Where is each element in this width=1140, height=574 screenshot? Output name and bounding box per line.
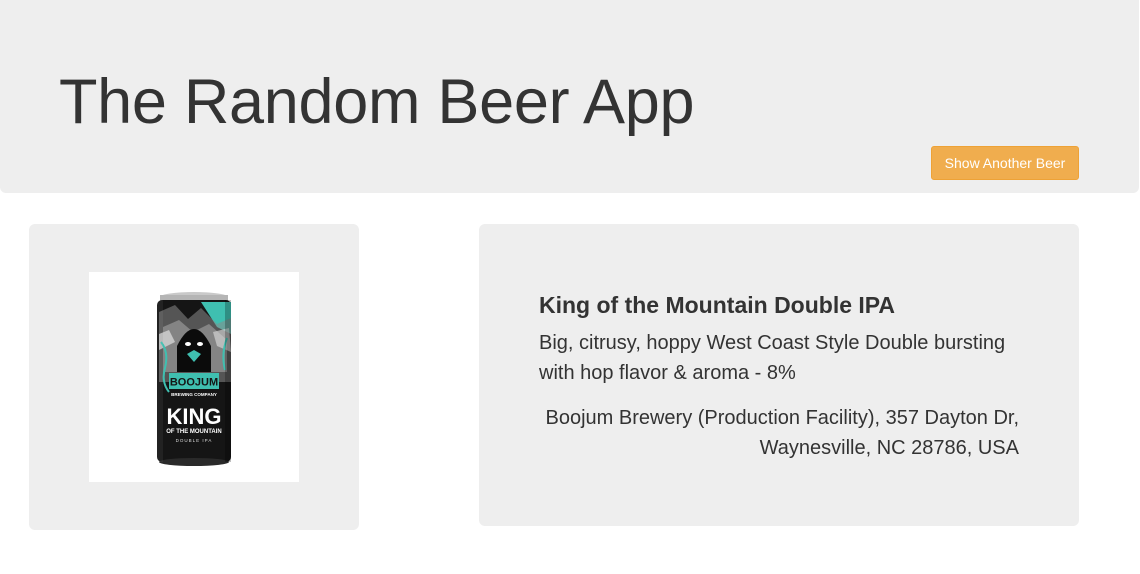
can-title-text: KING [167,404,222,429]
header-jumbotron: The Random Beer App Show Another Beer [0,0,1139,193]
beer-can-image: BOOJUM BREWING COMPANY KING OF THE MOUNT… [89,272,299,482]
app-title: The Random Beer App [59,67,695,137]
beer-name: King of the Mountain Double IPA [539,292,896,318]
beer-image-panel: BOOJUM BREWING COMPANY KING OF THE MOUNT… [29,224,359,530]
can-title-sub-text: OF THE MOUNTAIN [166,429,222,435]
beer-info-panel: King of the Mountain Double IPA Big, cit… [479,224,1079,526]
can-style-text: DOUBLE IPA [176,438,213,443]
can-brand-text: BOOJUM [170,377,218,389]
beer-description: Big, citrusy, hoppy West Coast Style Dou… [539,332,1006,384]
beer-can-illustration: BOOJUM BREWING COMPANY KING OF THE MOUNT… [157,292,231,466]
brewery-address: Boojum Brewery (Production Facility), 35… [545,407,1019,459]
show-another-beer-button[interactable]: Show Another Beer [931,146,1079,180]
can-subbrand-text: BREWING COMPANY [171,392,217,397]
